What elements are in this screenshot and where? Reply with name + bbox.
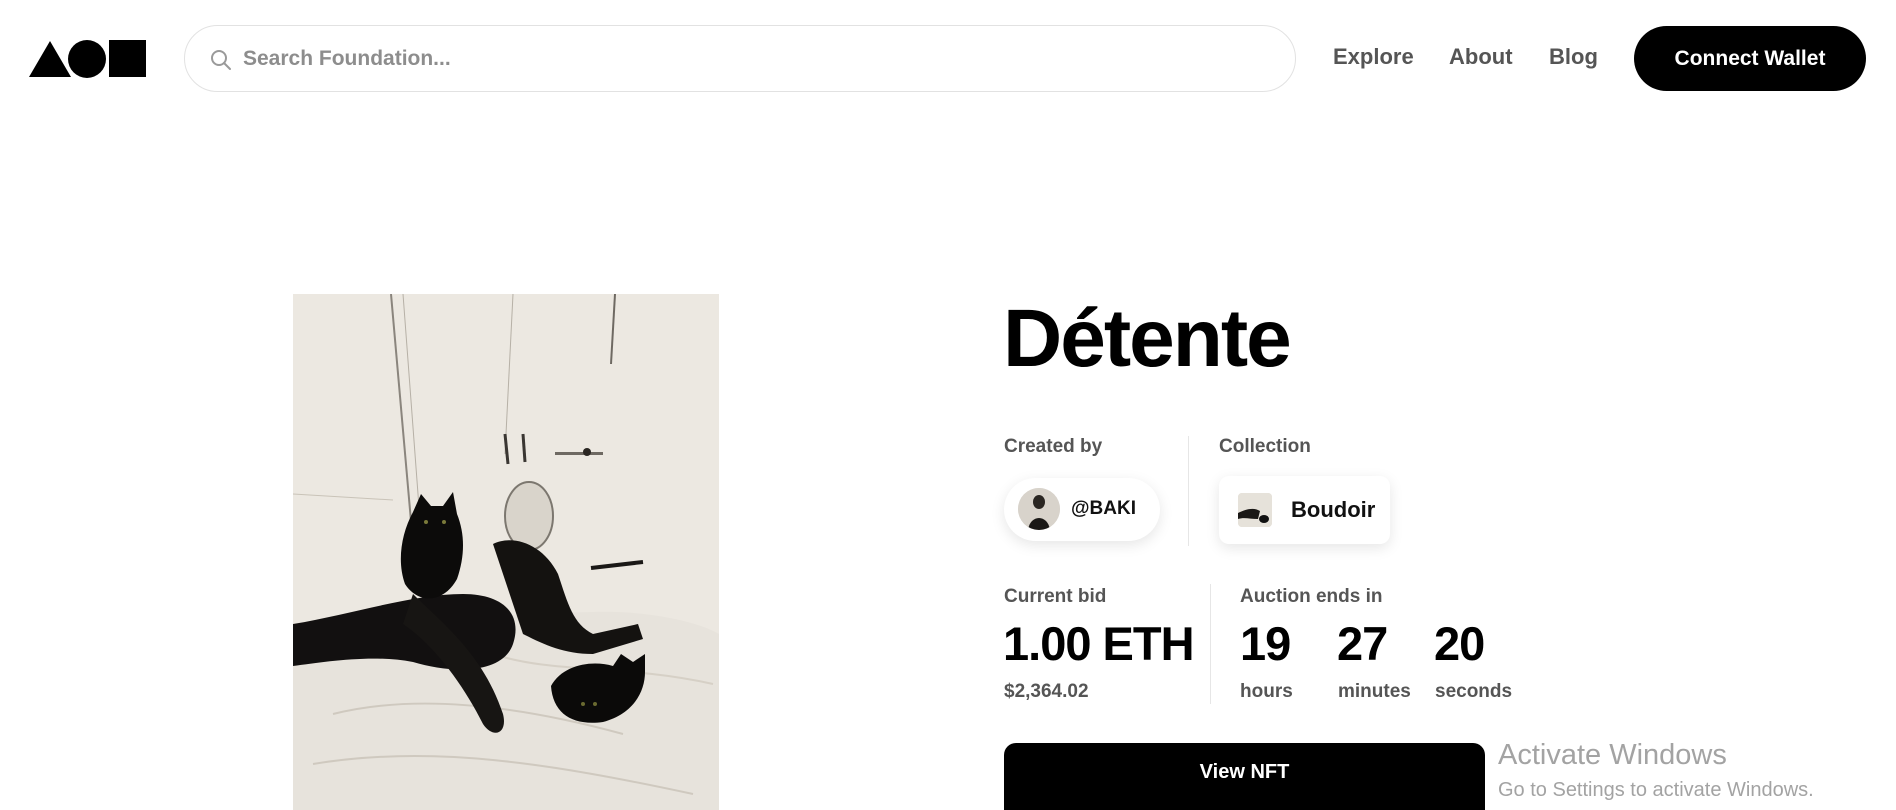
nav-explore-link[interactable]: Explore <box>1333 44 1414 70</box>
divider <box>1188 436 1189 546</box>
countdown-minutes: 27 <box>1337 617 1388 670</box>
artwork-illustration <box>293 294 719 810</box>
activate-windows-title: Activate Windows <box>1498 739 1727 771</box>
creator-username: @BAKI <box>1071 498 1136 519</box>
collection-label: Collection <box>1219 436 1311 457</box>
nav-blog-link[interactable]: Blog <box>1549 44 1598 70</box>
search-bar[interactable] <box>184 25 1296 92</box>
top-header: Explore About Blog Connect Wallet <box>0 0 1896 116</box>
current-bid-usd: $2,364.02 <box>1004 681 1089 702</box>
collection-pill[interactable]: Boudoir <box>1219 476 1390 544</box>
divider <box>1210 584 1211 704</box>
countdown-minutes-label: minutes <box>1338 681 1411 702</box>
current-bid-label: Current bid <box>1004 586 1107 607</box>
search-input[interactable] <box>243 38 1263 80</box>
countdown-hours-label: hours <box>1240 681 1293 702</box>
foundation-logo-icon[interactable] <box>29 39 147 79</box>
search-icon <box>211 50 231 70</box>
nft-artwork-image[interactable] <box>293 294 719 810</box>
current-bid-value: 1.00 ETH <box>1003 617 1195 670</box>
creator-pill[interactable]: @BAKI <box>1004 478 1160 541</box>
nft-title: Détente <box>1003 293 1292 384</box>
countdown-hours: 19 <box>1240 617 1291 670</box>
countdown-seconds-label: seconds <box>1435 681 1513 702</box>
activate-windows-subtitle: Go to Settings to activate Windows. <box>1498 779 1814 801</box>
creator-avatar <box>1018 488 1060 530</box>
auction-ends-label: Auction ends in <box>1240 586 1383 607</box>
nav-about-link[interactable]: About <box>1449 44 1513 70</box>
countdown-seconds: 20 <box>1434 617 1485 670</box>
view-nft-button[interactable]: View NFT <box>1004 743 1485 810</box>
collection-thumbnail <box>1238 493 1272 527</box>
collection-name: Boudoir <box>1291 497 1376 522</box>
created-by-label: Created by <box>1004 436 1103 457</box>
connect-wallet-button[interactable]: Connect Wallet <box>1634 26 1866 91</box>
